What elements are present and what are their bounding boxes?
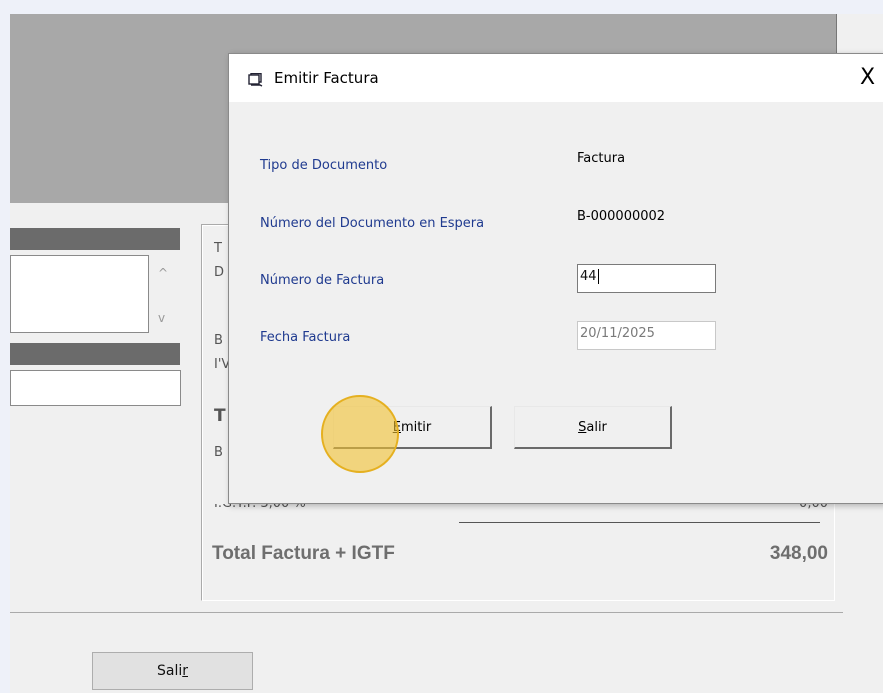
dialog-title: Emitir Factura — [274, 69, 379, 87]
left-header-2 — [10, 343, 180, 365]
left-header-1 — [10, 228, 180, 250]
totals-label-partial: T — [214, 406, 226, 426]
scroll-down-icon[interactable]: v — [158, 311, 165, 325]
text-caret — [597, 269, 599, 284]
emitir-label: mitir — [400, 420, 432, 435]
total-factura-value: 348,00 — [769, 543, 828, 564]
salir-accel: r — [182, 663, 188, 679]
totals-label-partial: T — [214, 241, 222, 256]
numero-espera-value: B-000000002 — [577, 209, 666, 224]
salir-label: Sali — [156, 663, 183, 679]
totals-label-partial: D — [214, 265, 225, 280]
tipo-documento-value: Factura — [577, 151, 626, 166]
dialog-salir-button[interactable]: Salir — [514, 406, 672, 449]
window-icon — [248, 72, 264, 91]
tipo-documento-label: Tipo de Documento — [260, 158, 388, 173]
fecha-factura-label: Fecha Factura — [260, 330, 351, 345]
scroll-up-icon[interactable]: ^ — [158, 266, 168, 280]
totals-label-partial: B — [214, 333, 223, 348]
left-textbox-1[interactable] — [10, 255, 149, 333]
numero-factura-label: Número de Factura — [260, 273, 385, 288]
fecha-factura-input[interactable]: 20/11/2025 — [577, 321, 716, 350]
total-factura-label: Total Factura + IGTF — [212, 543, 395, 564]
totals-label-partial: B — [214, 445, 223, 460]
numero-factura-text: 44 — [580, 269, 597, 284]
left-textbox-2[interactable] — [10, 370, 181, 406]
total-divider — [459, 522, 820, 523]
bottom-divider — [10, 612, 843, 613]
dialog-titlebar: Emitir Factura X — [229, 54, 883, 102]
main-salir-button[interactable]: Salir — [92, 652, 253, 690]
click-highlight-indicator — [321, 395, 399, 473]
salir-label: alir — [586, 420, 607, 435]
numero-espera-label: Número del Documento en Espera — [260, 216, 485, 231]
numero-factura-input[interactable]: 44 — [577, 264, 716, 293]
close-icon[interactable]: X — [851, 60, 883, 96]
